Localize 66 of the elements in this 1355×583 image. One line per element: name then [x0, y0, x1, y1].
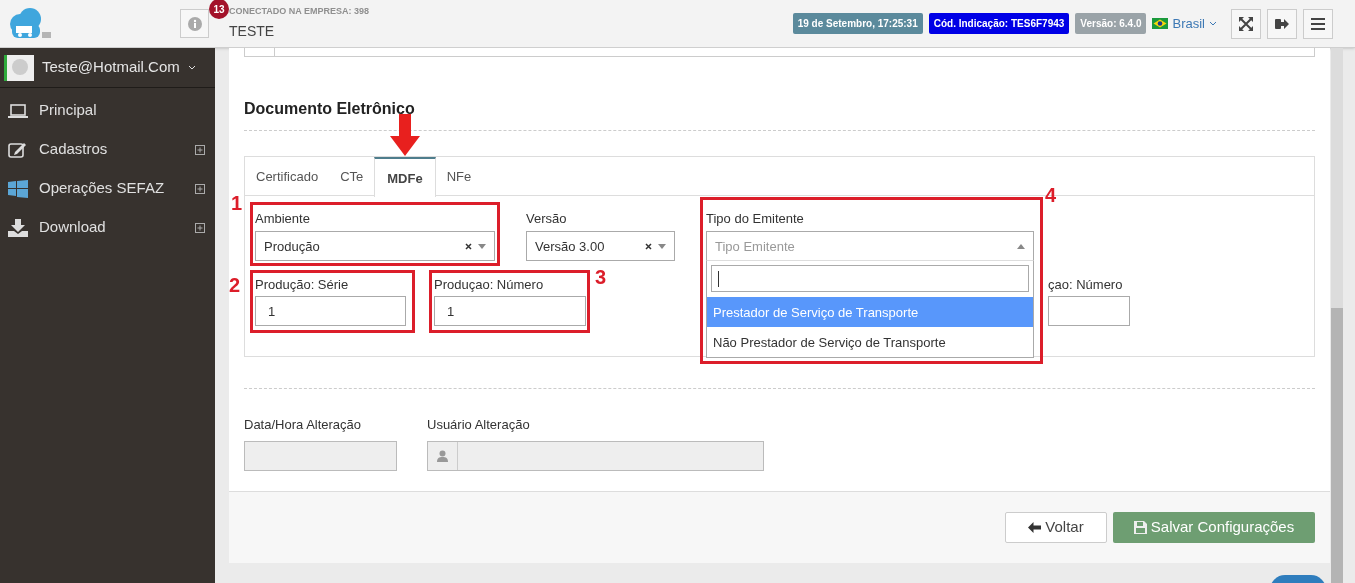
input-field[interactable]: 1	[255, 296, 406, 327]
field-label: Data/Hora Alteração	[244, 416, 363, 435]
arrow-annotation	[390, 114, 420, 156]
avatar-icon	[4, 54, 34, 81]
menu-icon	[1311, 17, 1325, 30]
company-label: CONECTADO NA EMPRESA: 398	[229, 5, 370, 17]
tab[interactable]: CTe	[329, 157, 375, 197]
logout-button[interactable]	[1267, 8, 1297, 39]
scrollbar-thumb[interactable]	[1331, 308, 1343, 583]
select-field[interactable]: Produção	[255, 231, 495, 262]
sidebar-item[interactable]: Principal	[0, 91, 215, 130]
back-button[interactable]: Voltar	[1005, 511, 1107, 543]
edit-icon	[8, 140, 28, 159]
company-name: TESTE	[229, 22, 276, 41]
tab[interactable]: MDFe	[374, 157, 436, 198]
annotation-number: 2	[229, 273, 241, 297]
expand-icon	[195, 222, 205, 233]
flag-icon	[1152, 18, 1169, 29]
caret-icon	[478, 243, 486, 249]
info-icon	[187, 16, 202, 31]
field-label: Ambiente	[255, 210, 311, 226]
expand-icon	[195, 144, 205, 155]
select-field[interactable]: Versão 3.00	[526, 231, 675, 262]
windows-icon	[8, 179, 28, 198]
info-badge: 19 de Setembro, 17:25:31	[792, 13, 923, 34]
annotation-number: 4	[1045, 183, 1057, 207]
annotation-number: 1	[231, 191, 243, 215]
field-label: Versão	[526, 210, 568, 226]
field-label: Tipo do Emitente	[706, 210, 805, 226]
sidebar-item[interactable]: Operações SEFAZ	[0, 169, 215, 208]
field-label: çao: Número	[1048, 276, 1124, 292]
field-label: Produção: Série	[255, 276, 350, 292]
info-badge: Cód. Indicação: TES6F7943	[928, 13, 1070, 34]
language-selector[interactable]: Brasil	[1152, 13, 1217, 34]
clear-icon	[465, 242, 472, 250]
chevron-icon	[187, 65, 196, 70]
dropdown-option[interactable]: Não Prestador de Serviço de Transporte	[707, 327, 1033, 358]
expand-icon	[195, 183, 205, 194]
arrow-left-icon	[1028, 521, 1042, 533]
caret-up-icon	[1017, 243, 1025, 249]
caret-icon	[658, 243, 666, 249]
input-field[interactable]: 1	[434, 296, 586, 327]
input-field[interactable]	[1048, 296, 1130, 327]
floppy-icon	[1133, 520, 1147, 534]
search-field[interactable]	[711, 265, 1029, 293]
tab[interactable]: Certificado	[245, 157, 330, 197]
sidebar-item[interactable]: Cadastros	[0, 130, 215, 169]
chevron-icon	[1209, 21, 1217, 26]
field-label: Produçao: Número	[434, 276, 545, 292]
logout-icon	[1275, 17, 1289, 30]
section-title: Documento Eletrônico	[244, 99, 416, 120]
sidebar-item[interactable]: Download	[0, 208, 215, 247]
user-icon	[437, 449, 448, 462]
fullscreen-button[interactable]	[1231, 8, 1261, 39]
menu-button[interactable]	[1303, 8, 1333, 39]
clear-icon	[645, 242, 652, 250]
laptop-icon	[8, 102, 28, 119]
info-button[interactable]	[180, 9, 209, 38]
annotation-number: 3	[595, 265, 607, 289]
tab[interactable]: NFe	[435, 157, 483, 197]
info-badge: Versão: 6.4.0	[1075, 13, 1147, 34]
notification-badge: 13	[209, 0, 229, 19]
field-label: Usuário Alteração	[427, 416, 531, 435]
download-icon	[8, 218, 28, 237]
expand-arrows-icon	[1239, 16, 1253, 31]
user-menu[interactable]: Teste@Hotmail.Com	[0, 48, 215, 88]
